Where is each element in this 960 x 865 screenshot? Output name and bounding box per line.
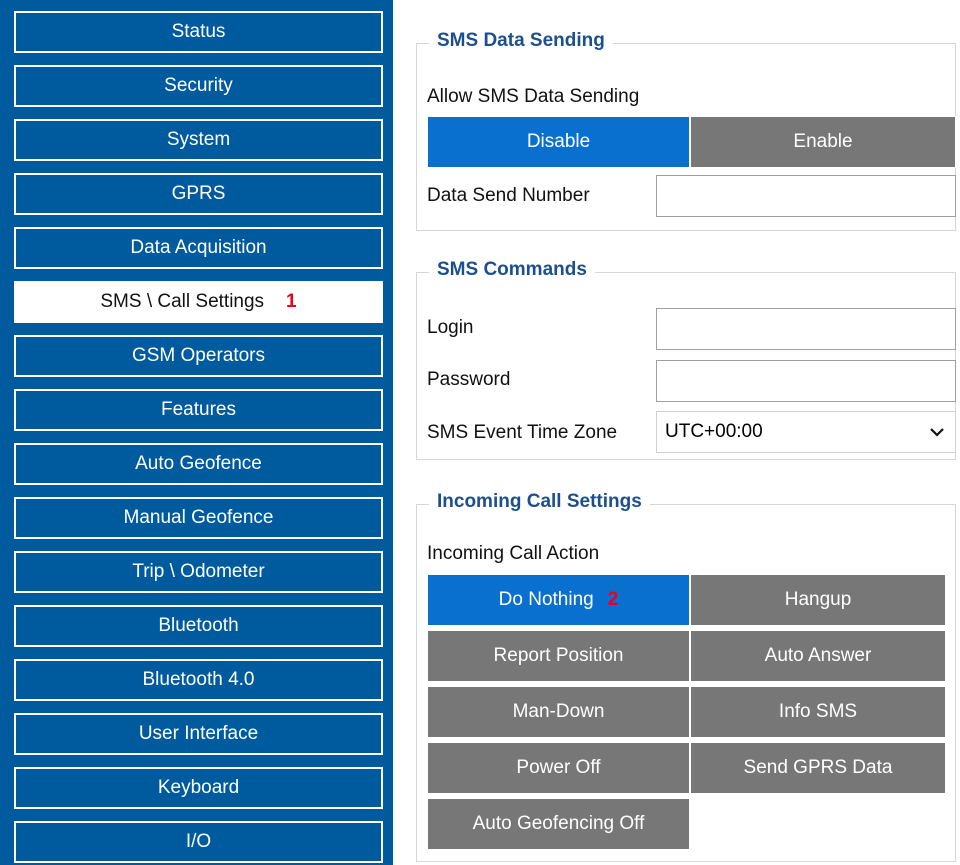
callout-number-badge: 2 — [607, 589, 619, 610]
allow-sms-data-sending-label: Allow SMS Data Sending — [427, 86, 640, 107]
group-title: SMS Data Sending — [429, 30, 613, 52]
incoming-call-action-label: Incoming Call Action — [427, 543, 600, 564]
auto-geofencing-off-button[interactable]: Auto Geofencing Off — [427, 798, 690, 850]
button-label: Do Nothing — [498, 589, 594, 610]
button-label: Info SMS — [778, 701, 858, 722]
report-position-button[interactable]: Report Position — [427, 630, 690, 682]
button-label: Power Off — [516, 757, 601, 778]
sidebar-nav: Status Security System GPRS Data Acquisi… — [0, 0, 393, 865]
sidebar-item-status[interactable]: Status — [14, 11, 383, 53]
chevron-down-icon — [930, 428, 944, 437]
sidebar-item-label: User Interface — [138, 723, 259, 744]
sidebar-item-bluetooth-4[interactable]: Bluetooth 4.0 — [14, 659, 383, 701]
button-label: Report Position — [493, 645, 624, 666]
settings-panel: SMS Data Sending Allow SMS Data Sending … — [400, 0, 960, 865]
sidebar-item-label: Auto Geofence — [135, 453, 262, 474]
sidebar-item-label: GPRS — [171, 183, 226, 204]
button-label: Man-Down — [512, 701, 605, 722]
sidebar-item-label: Status — [171, 21, 226, 42]
sidebar-item-sms-call-settings[interactable]: SMS \ Call Settings 1 — [14, 281, 383, 323]
sidebar-item-features[interactable]: Features — [14, 389, 383, 431]
info-sms-button[interactable]: Info SMS — [690, 686, 946, 738]
man-down-button[interactable]: Man-Down — [427, 686, 690, 738]
sms-event-time-zone-label: SMS Event Time Zone — [427, 422, 618, 443]
sidebar-item-bluetooth[interactable]: Bluetooth — [14, 605, 383, 647]
password-label: Password — [427, 369, 511, 390]
sidebar-item-label: Trip \ Odometer — [132, 561, 265, 582]
sidebar-item-label: SMS \ Call Settings — [100, 291, 265, 312]
sms-data-sending-group: SMS Data Sending Allow SMS Data Sending … — [416, 30, 956, 231]
sidebar-item-label: GSM Operators — [131, 345, 266, 366]
login-field[interactable] — [656, 308, 956, 350]
data-send-number-label: Data Send Number — [427, 185, 590, 206]
time-zone-select[interactable]: UTC+00:00 — [656, 411, 956, 453]
sidebar-item-security[interactable]: Security — [14, 65, 383, 107]
incoming-call-settings-group: Incoming Call Settings Incoming Call Act… — [416, 491, 956, 862]
button-label: Auto Geofencing Off — [472, 813, 645, 834]
sidebar-item-label: Data Acquisition — [130, 237, 267, 258]
sidebar-item-label: Security — [164, 75, 233, 96]
sidebar-item-label: Features — [161, 399, 236, 420]
sidebar-item-label: Bluetooth — [158, 615, 239, 636]
sidebar-item-auto-geofence[interactable]: Auto Geofence — [14, 443, 383, 485]
send-gprs-data-button[interactable]: Send GPRS Data — [690, 742, 946, 794]
disable-button[interactable]: Disable — [427, 116, 690, 168]
password-field[interactable] — [656, 360, 956, 402]
sidebar-item-trip-odometer[interactable]: Trip \ Odometer — [14, 551, 383, 593]
sidebar-item-user-interface[interactable]: User Interface — [14, 713, 383, 755]
button-label: Enable — [793, 131, 853, 152]
auto-answer-button[interactable]: Auto Answer — [690, 630, 946, 682]
button-label: Send GPRS Data — [743, 757, 893, 778]
group-title: SMS Commands — [429, 259, 595, 281]
sidebar-item-label: Manual Geofence — [123, 507, 274, 528]
time-zone-value: UTC+00:00 — [665, 421, 763, 442]
sidebar-item-gsm-operators[interactable]: GSM Operators — [14, 335, 383, 377]
button-label: Hangup — [784, 589, 852, 610]
power-off-button[interactable]: Power Off — [427, 742, 690, 794]
button-label: Disable — [526, 131, 591, 152]
do-nothing-button[interactable]: Do Nothing 2 — [427, 574, 690, 626]
callout-number-badge: 1 — [286, 291, 297, 312]
data-send-number-field[interactable] — [656, 175, 956, 217]
login-label: Login — [427, 317, 474, 338]
sms-commands-group: SMS Commands Login Password SMS Event Ti… — [416, 259, 956, 460]
hangup-button[interactable]: Hangup — [690, 574, 946, 626]
sidebar-item-label: Bluetooth 4.0 — [142, 669, 255, 690]
sidebar-item-manual-geofence[interactable]: Manual Geofence — [14, 497, 383, 539]
group-title: Incoming Call Settings — [429, 491, 650, 513]
enable-button[interactable]: Enable — [690, 116, 956, 168]
sidebar-item-label: Keyboard — [157, 777, 240, 798]
sidebar-item-keyboard[interactable]: Keyboard — [14, 767, 383, 809]
sidebar-item-data-acquisition[interactable]: Data Acquisition — [14, 227, 383, 269]
sidebar-item-label: I/O — [185, 831, 212, 852]
button-label: Auto Answer — [764, 645, 872, 666]
sidebar-item-system[interactable]: System — [14, 119, 383, 161]
sidebar-item-label: System — [166, 129, 231, 150]
sidebar-item-io[interactable]: I/O — [14, 821, 383, 863]
sidebar-item-gprs[interactable]: GPRS — [14, 173, 383, 215]
